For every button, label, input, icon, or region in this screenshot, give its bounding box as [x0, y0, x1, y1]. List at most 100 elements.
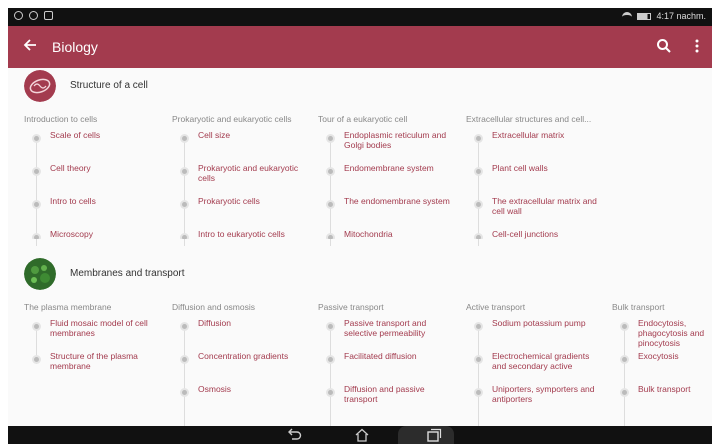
item-label: Uniporters, symporters and antiporters	[492, 384, 595, 404]
item-dot	[474, 388, 483, 397]
column-diffusion-and-osmosis: Diffusion and osmosis Diffusion Concentr…	[172, 302, 312, 426]
column-introduction-to-cells: Introduction to cells Scale of cells Cel…	[24, 114, 164, 246]
item-dot	[326, 388, 335, 397]
item-dot	[32, 355, 41, 364]
list-item[interactable]: Fluid mosaic model of cell membranes	[24, 318, 164, 351]
search-icon[interactable]	[656, 38, 672, 54]
item-dot	[474, 355, 483, 364]
more-options-icon[interactable]	[694, 38, 700, 54]
column-title[interactable]: Diffusion and osmosis	[172, 302, 312, 318]
list-item[interactable]: Diffusion	[172, 318, 312, 351]
section-header[interactable]: Membranes and transport	[8, 256, 712, 296]
column-prokaryotic-and-eukaryotic-cells: Prokaryotic and eukaryotic cells Cell si…	[172, 114, 312, 246]
sync-icon	[29, 11, 38, 20]
item-dot	[474, 167, 483, 176]
list-item[interactable]: Prokaryotic cells	[172, 196, 312, 229]
item-label: Intro to cells	[50, 196, 96, 206]
list-item[interactable]: Structure of the plasma membrane	[24, 351, 164, 384]
item-label: Concentration gradients	[198, 351, 289, 361]
column-title[interactable]: Tour of a eukaryotic cell	[318, 114, 458, 130]
item-label: Endomembrane system	[344, 163, 434, 173]
list-item[interactable]: The endomembrane system	[318, 196, 458, 229]
list-item[interactable]: Passive transport and selective permeabi…	[318, 318, 458, 351]
item-label: Prokaryotic and eukaryotic cells	[198, 163, 299, 183]
item-label: Extracellular matrix	[492, 130, 565, 140]
list-item[interactable]: Uniporters, symporters and antiporters	[466, 384, 606, 417]
item-label: Endoplasmic reticulum and Golgi bodies	[344, 130, 447, 150]
item-dot	[326, 355, 335, 364]
home-icon[interactable]	[354, 428, 370, 442]
item-label: Diffusion and passive transport	[344, 384, 425, 404]
item-label: Microscopy	[50, 229, 93, 239]
list-item[interactable]: Cell-cell junctions	[466, 229, 606, 239]
item-dot	[180, 233, 189, 239]
wifi-icon	[622, 12, 633, 20]
item-label: Plant cell walls	[492, 163, 548, 173]
list-item[interactable]: Sodium potassium pump	[466, 318, 606, 351]
membrane-transport-icon	[24, 258, 56, 290]
list-item[interactable]: Intro to cells	[24, 196, 164, 229]
list-item[interactable]: Endocytosis, phagocytosis and pinocytosi…	[612, 318, 712, 351]
list-item[interactable]: Electrochemical gradients and secondary …	[466, 351, 606, 384]
item-label: Osmosis	[198, 384, 232, 394]
item-label: The extracellular matrix and cell wall	[492, 196, 597, 216]
battery-icon	[637, 12, 652, 20]
item-dot	[474, 134, 483, 143]
notification-icon	[14, 11, 23, 20]
topic-content: Structure of a cell Introduction to cell…	[8, 68, 712, 426]
list-item[interactable]: Prokaryotic and eukaryotic cells	[172, 163, 312, 196]
item-label: Sodium potassium pump	[492, 318, 586, 328]
list-item[interactable]: Cell theory	[24, 163, 164, 196]
item-label: Fluid mosaic model of cell membranes	[50, 318, 148, 338]
app-bar: Biology	[8, 26, 712, 68]
section-header[interactable]: Structure of a cell	[8, 68, 712, 108]
column-passive-transport: Passive transport Passive transport and …	[318, 302, 458, 426]
list-item[interactable]: Concentration gradients	[172, 351, 312, 384]
column-title[interactable]: Active transport	[466, 302, 606, 318]
column-tour-of-a-eukaryotic-cell: Tour of a eukaryotic cell Endoplasmic re…	[318, 114, 458, 246]
device-screen: 4:17 nachm. Biology Structure of a cell	[8, 8, 712, 444]
item-label: Cell theory	[50, 163, 91, 173]
list-item[interactable]: Exocytosis	[612, 351, 712, 384]
item-label: Passive transport and selective permeabi…	[344, 318, 427, 338]
list-item[interactable]: Endomembrane system	[318, 163, 458, 196]
section-structure-of-a-cell: Structure of a cell Introduction to cell…	[8, 68, 712, 248]
recent-apps-icon[interactable]	[426, 428, 442, 442]
status-right: 4:17 nachm.	[622, 11, 706, 21]
column-title[interactable]: Passive transport	[318, 302, 458, 318]
item-label: Intro to eukaryotic cells	[198, 229, 285, 239]
item-dot	[180, 200, 189, 209]
column-title[interactable]: The plasma membrane	[24, 302, 164, 318]
list-item[interactable]: Mitochondria	[318, 229, 458, 239]
item-label: Bulk transport	[638, 384, 691, 394]
column-title[interactable]: Bulk transport	[612, 302, 712, 318]
list-item[interactable]: Facilitated diffusion	[318, 351, 458, 384]
item-dot	[620, 388, 629, 397]
column-title[interactable]: Extracellular structures and cell...	[466, 114, 606, 130]
list-item[interactable]: Bulk transport	[612, 384, 712, 417]
list-item[interactable]: Endoplasmic reticulum and Golgi bodies	[318, 130, 458, 163]
list-item[interactable]: Scale of cells	[24, 130, 164, 163]
list-item[interactable]: Diffusion and passive transport	[318, 384, 458, 417]
section-membranes-and-transport: Membranes and transport The plasma membr…	[8, 256, 712, 426]
page-title: Biology	[52, 39, 98, 55]
item-dot	[32, 134, 41, 143]
item-label: Cell size	[198, 130, 231, 140]
list-item[interactable]: Cell size	[172, 130, 312, 163]
item-label: Mitochondria	[344, 229, 393, 239]
column-title[interactable]: Introduction to cells	[24, 114, 164, 130]
list-item[interactable]: Extracellular matrix	[466, 130, 606, 163]
back-arrow-icon[interactable]	[22, 37, 38, 53]
list-item[interactable]: The extracellular matrix and cell wall	[466, 196, 606, 229]
back-icon[interactable]	[286, 428, 302, 442]
item-dot	[180, 355, 189, 364]
column-title[interactable]: Prokaryotic and eukaryotic cells	[172, 114, 312, 130]
list-item[interactable]: Osmosis	[172, 384, 312, 417]
item-dot	[180, 322, 189, 331]
list-item[interactable]: Microscopy	[24, 229, 164, 239]
item-dot	[326, 200, 335, 209]
system-nav-bar	[8, 426, 712, 444]
list-item[interactable]: Plant cell walls	[466, 163, 606, 196]
list-item[interactable]: Intro to eukaryotic cells	[172, 229, 312, 239]
item-label: Scale of cells	[50, 130, 101, 140]
